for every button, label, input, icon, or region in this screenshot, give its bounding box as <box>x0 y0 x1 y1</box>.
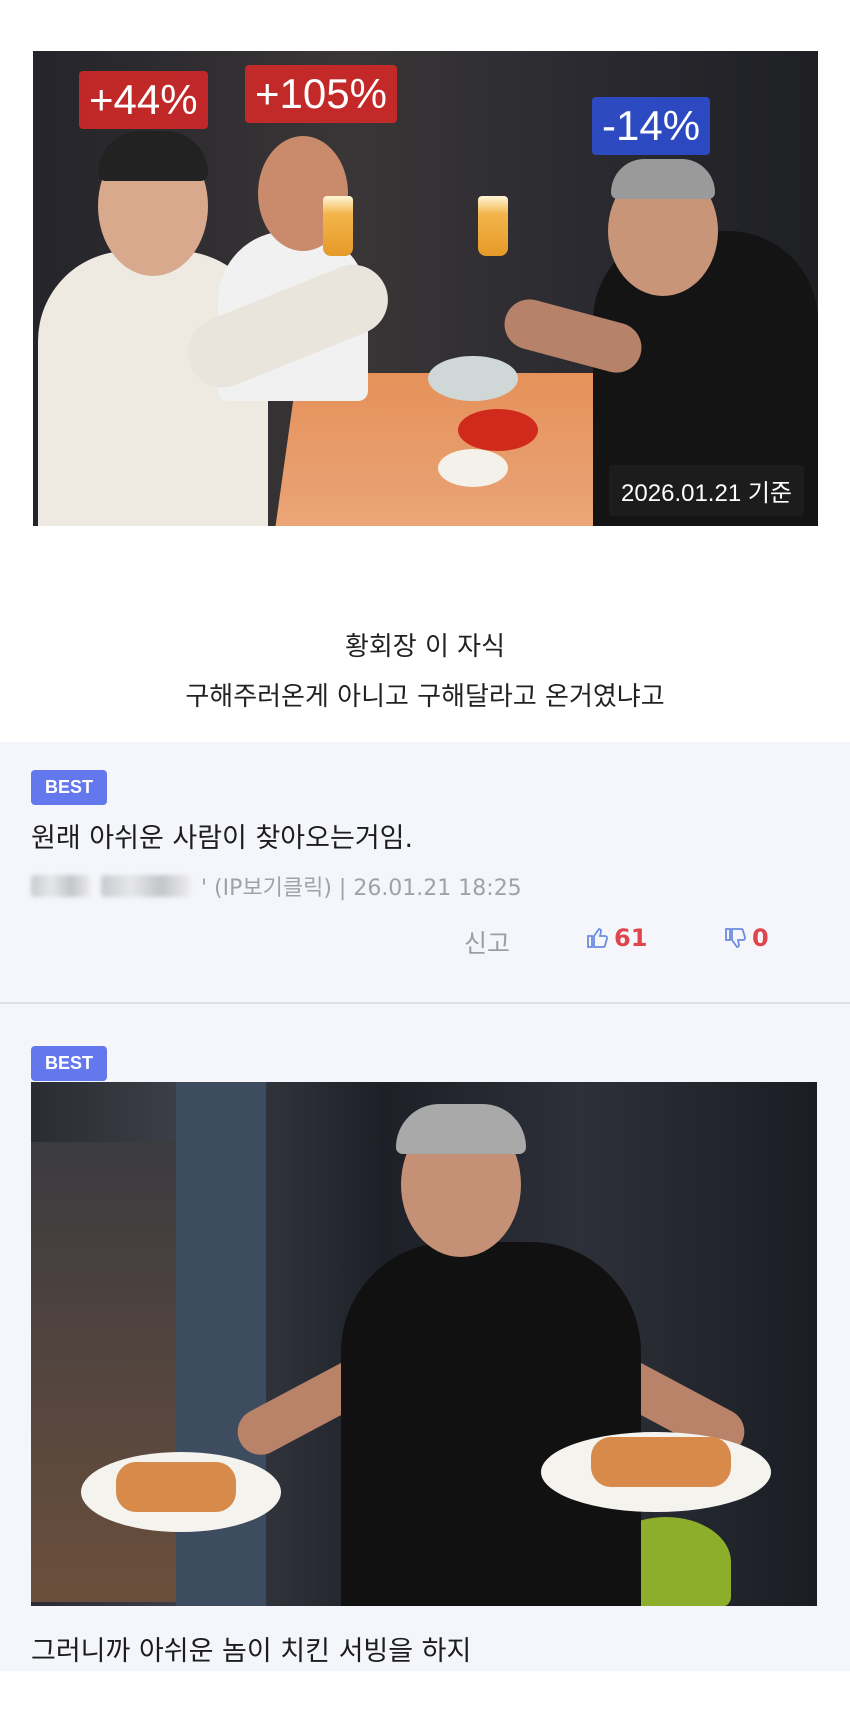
post-caption-line-2: 구해주러온게 아니고 구해달라고 온거였냐고 <box>185 682 665 712</box>
thumbs-up-icon <box>586 926 610 950</box>
report-button[interactable]: 신고 <box>464 924 510 960</box>
best-badge: BEST <box>31 1046 108 1081</box>
person <box>341 1242 641 1606</box>
like-button[interactable]: 61 <box>586 924 647 952</box>
stock-change-badge: -14% <box>592 97 711 155</box>
stock-change-badge: +44% <box>79 71 208 129</box>
comment-text: 원래 아쉬운 사람이 찾아오는거임. <box>31 823 414 854</box>
blurred-nickname <box>31 875 91 897</box>
comment-meta-text: ' (IP보기클릭) | 26.01.21 18:25 <box>201 876 522 901</box>
like-count: 61 <box>614 924 648 952</box>
beer-glass <box>323 196 353 256</box>
store-interior <box>31 1142 181 1602</box>
comment-photo[interactable] <box>31 1082 817 1606</box>
comment-item: BEST 원래 아쉬운 사람이 찾아오는거임. ' (IP보기클릭) | 26.… <box>0 742 850 1004</box>
beer-glass <box>478 196 508 256</box>
date-stamp: 2026.01.21 기준 <box>609 465 804 516</box>
stock-change-badge: +105% <box>245 65 397 123</box>
best-badge: BEST <box>31 770 108 805</box>
post-photo[interactable]: +44% +105% -14% 2026.01.21 기준 <box>33 51 818 526</box>
blurred-nickname <box>101 875 191 897</box>
post-caption-line-1: 황회장 이 자식 <box>344 632 506 662</box>
dislike-count: 0 <box>752 924 769 952</box>
thumbs-down-icon <box>724 926 748 950</box>
comment-meta: ' (IP보기클릭) | 26.01.21 18:25 <box>31 870 522 902</box>
comment-text: 그러니까 아쉬운 놈이 치킨 서빙을 하지 <box>31 1636 472 1667</box>
dislike-button[interactable]: 0 <box>724 924 769 952</box>
